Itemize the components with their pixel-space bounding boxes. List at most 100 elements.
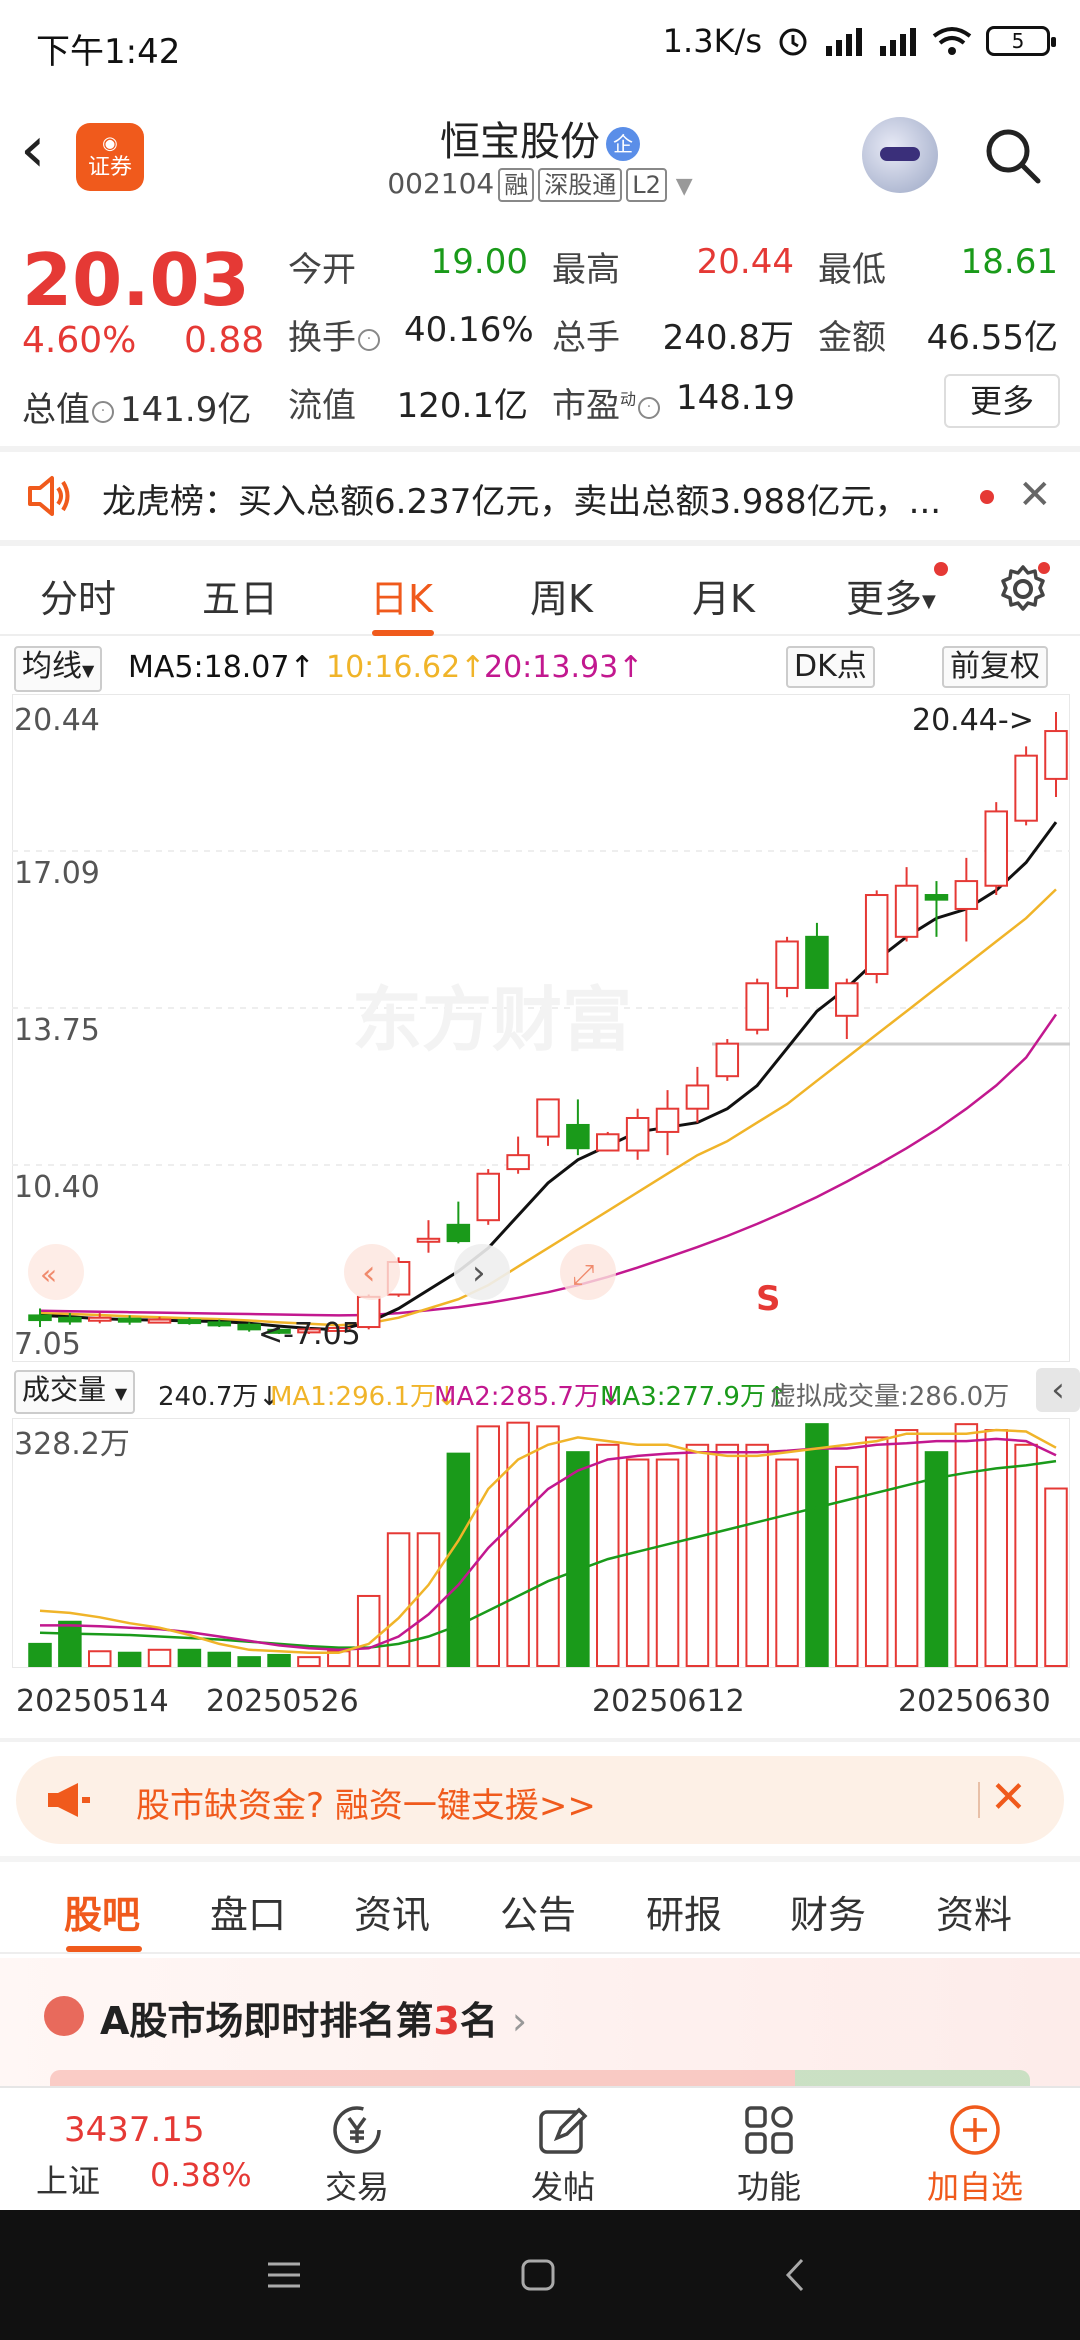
more-stats-button[interactable]: 更多: [944, 374, 1060, 428]
volume-chart[interactable]: 328.2万: [12, 1418, 1070, 1668]
menu-icon[interactable]: [266, 2260, 302, 2290]
candle-body: [1044, 730, 1068, 780]
volume-bar: [625, 1458, 650, 1667]
tab-more[interactable]: 更多▼: [846, 568, 936, 623]
stat-value-low: 18.61: [960, 242, 1058, 282]
candle-body: [28, 1314, 52, 1322]
volume-bar: [745, 1443, 769, 1668]
chart-nav-right-icon[interactable]: ›: [454, 1244, 510, 1300]
stat-value-pe: 148.19: [676, 378, 795, 418]
candle-body: [117, 1317, 142, 1323]
volume-ma3-text: MA3:277.9万: [600, 1382, 766, 1412]
stock-name-text: 恒宝股份: [440, 119, 600, 165]
change-percent: 4.60%: [22, 320, 137, 361]
chevron-down-icon: ▼: [114, 1384, 128, 1403]
svg-text:›: ›: [472, 1253, 486, 1293]
date-tick: 20250630: [898, 1684, 1051, 1719]
info-icon[interactable]: ·: [92, 400, 114, 423]
collapse-panel-icon[interactable]: ‹: [1036, 1368, 1080, 1412]
volume-bar: [805, 1423, 829, 1667]
volume-current-text: 240.7万: [158, 1382, 259, 1412]
search-icon[interactable]: [982, 125, 1042, 185]
stat-value-volume: 240.8万: [662, 318, 794, 358]
index-value[interactable]: 3437.15: [64, 2110, 205, 2150]
volume-bar: [954, 1423, 979, 1667]
stat-value-turnover: 40.16%: [404, 310, 534, 350]
home-icon[interactable]: [520, 2258, 556, 2292]
volume-bar: [416, 1532, 441, 1668]
ranking-suffix: 名: [459, 1999, 498, 2043]
tab-monthly-k[interactable]: 月K: [692, 568, 755, 623]
candle-body: [416, 1237, 441, 1243]
volume-bar: [864, 1436, 889, 1668]
candle-body: [745, 982, 769, 1031]
tab-forum[interactable]: 股吧: [64, 1884, 140, 1939]
functions-button[interactable]: 功能: [704, 2102, 834, 2208]
ma-selector[interactable]: 均线▼: [14, 646, 103, 692]
gear-icon[interactable]: [996, 562, 1050, 616]
tab-profile[interactable]: 资料: [936, 1884, 1012, 1939]
tab-news[interactable]: 资讯: [354, 1884, 430, 1939]
back-icon[interactable]: [780, 2256, 810, 2294]
status-time: 下午1:42: [36, 32, 181, 72]
y-tick-label: 20.44: [14, 703, 100, 738]
battery-icon: 5: [986, 26, 1056, 56]
stat-label-volume: 总手: [552, 318, 620, 358]
index-label: 上证: [36, 2162, 101, 2200]
post-label: 发帖: [530, 2168, 595, 2206]
trade-button[interactable]: 交易: [292, 2102, 422, 2208]
ranking-card[interactable]: A股市场即时排名第3名 ›: [0, 1958, 1080, 2090]
post-button[interactable]: 发帖: [498, 2102, 628, 2208]
active-tab-indicator: [66, 1946, 142, 1952]
volume-bar: [58, 1620, 82, 1667]
system-nav-bar: [0, 2210, 1080, 2340]
chart-watermark: 东方财富: [352, 979, 632, 1061]
volume-ma3: MA3:277.9万↑: [600, 1382, 788, 1412]
kline-chart[interactable]: 东方财富 20.44 17.09 13.75 10.40 7.05 20.44-…: [12, 694, 1070, 1362]
tab-five-day[interactable]: 五日: [202, 568, 278, 623]
divider: [978, 1782, 980, 1818]
megaphone-icon: [48, 1783, 90, 1817]
close-icon[interactable]: ✕: [990, 1772, 1027, 1823]
candle-body: [596, 1133, 620, 1152]
add-watchlist-button[interactable]: 加自选: [910, 2102, 1040, 2208]
volume-selector[interactable]: 成交量 ▼: [14, 1370, 136, 1414]
bottom-bar: 3437.15 上证 0.38% 交易 发帖 功能 加自选: [0, 2086, 1080, 2210]
y-tick-label: 17.09: [14, 856, 100, 891]
candle-body: [954, 880, 979, 910]
close-icon[interactable]: ✕: [1018, 472, 1052, 518]
tab-announcements[interactable]: 公告: [500, 1884, 576, 1939]
volume-bar: [1014, 1443, 1038, 1668]
dragon-tiger-banner[interactable]: 龙虎榜：买入总额6.237亿元，卖出总额3.988亿元，... ✕: [0, 452, 1080, 540]
tab-daily-k[interactable]: 日K: [370, 568, 433, 623]
stock-header: ‹ ◉ 证券 恒宝股份企 002104 融深股通 L2 ▼: [0, 95, 1080, 215]
sell-marker[interactable]: S: [756, 1279, 781, 1319]
status-icons: 1.3K/s 5: [663, 22, 1056, 60]
stat-label-amount: 金额: [818, 318, 886, 358]
change-amount: 0.88: [184, 320, 265, 361]
candle-body: [984, 810, 1008, 887]
chevron-down-icon[interactable]: ▼: [676, 174, 693, 199]
tab-intraday[interactable]: 分时: [40, 568, 116, 623]
expand-icon[interactable]: ⤢: [560, 1244, 616, 1300]
tab-financials[interactable]: 财务: [790, 1884, 866, 1939]
margin-finance-banner[interactable]: 股市缺资金? 融资一键支援>> ✕: [16, 1756, 1064, 1844]
dk-point-button[interactable]: DK点: [786, 646, 875, 688]
info-icon[interactable]: ·: [358, 328, 380, 351]
tab-order-book[interactable]: 盘口: [210, 1884, 286, 1939]
tab-research[interactable]: 研报: [646, 1884, 722, 1939]
info-icon[interactable]: ·: [638, 396, 661, 419]
dragon-tiger-text: 龙虎榜：买入总额6.237亿元，卖出总额3.988亿元，...: [102, 482, 942, 522]
stat-label-turnover: 换手 ·: [288, 310, 380, 359]
volume-max-label: 328.2万: [14, 1427, 130, 1462]
candle-body: [506, 1154, 530, 1171]
volume-bar: [446, 1452, 471, 1668]
chart-nav-left-icon[interactable]: ‹: [344, 1244, 400, 1300]
candle-body: [566, 1123, 590, 1150]
tab-weekly-k[interactable]: 周K: [530, 568, 593, 623]
robot-assistant-icon[interactable]: [862, 117, 938, 193]
signal-icon-2: [880, 28, 916, 56]
adjust-button[interactable]: 前复权: [942, 646, 1048, 688]
rewind-icon[interactable]: «: [28, 1244, 84, 1300]
volume-bar: [1044, 1487, 1068, 1667]
